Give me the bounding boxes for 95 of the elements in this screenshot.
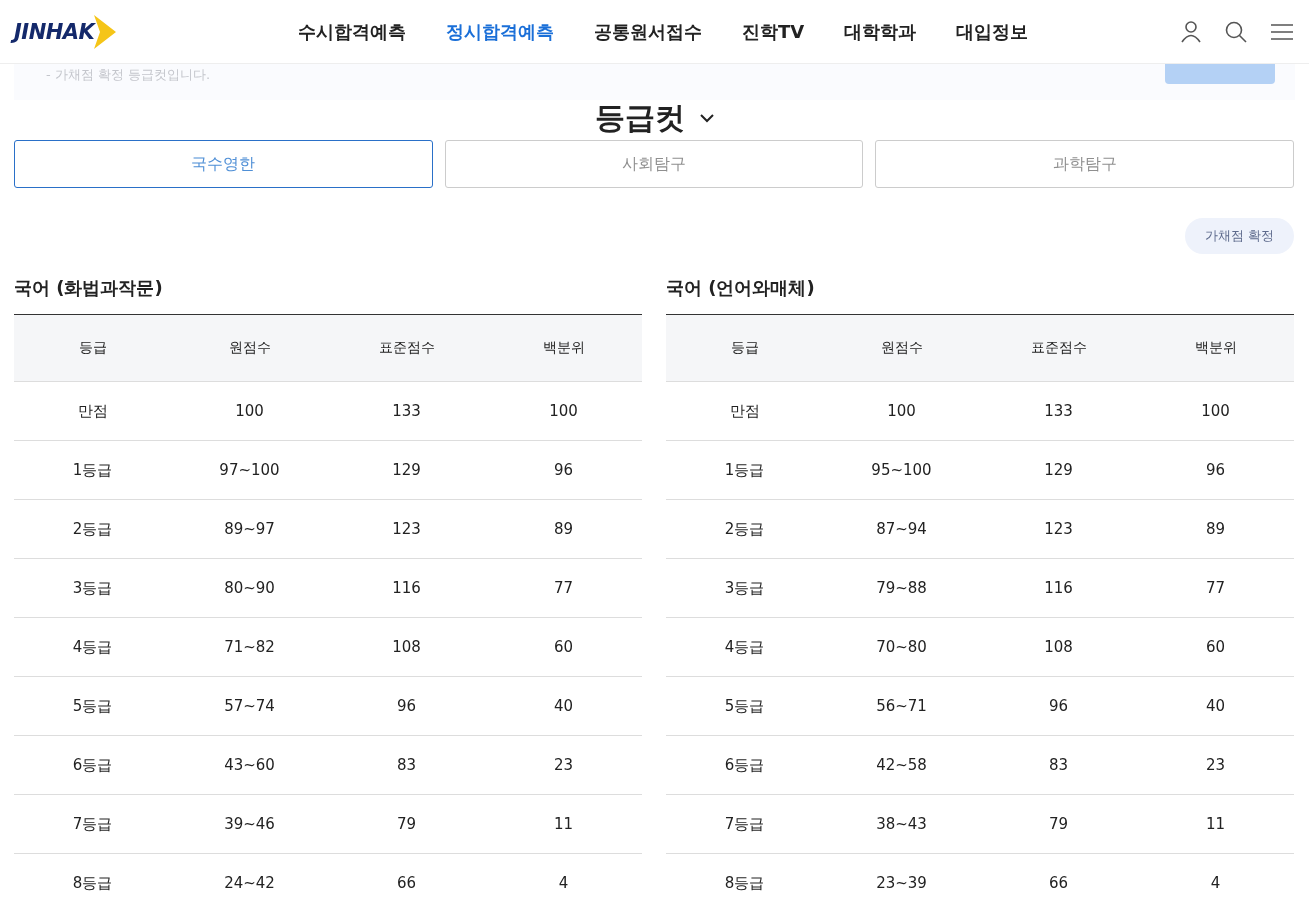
chevron-down-icon[interactable]	[698, 113, 715, 123]
table-cell: 129	[328, 440, 485, 500]
table-cell: 71~82	[171, 617, 328, 677]
table-cell: 123	[980, 499, 1137, 559]
table-cell: 4등급	[666, 617, 823, 677]
table-cell: 96	[1137, 440, 1294, 500]
table-cell: 3등급	[14, 558, 171, 618]
table-cell: 100	[1137, 381, 1294, 441]
table-cell: 133	[980, 381, 1137, 441]
filter-button[interactable]: 가채점 확정	[1184, 218, 1294, 254]
nav-link[interactable]: 수시합격예측	[298, 19, 406, 44]
table-cell: 66	[328, 853, 485, 911]
table-cell: 3등급	[666, 558, 823, 618]
table-cell: 57~74	[171, 676, 328, 736]
table-cell: 70~80	[823, 617, 980, 677]
table-cell: 79~88	[823, 558, 980, 618]
table-cell: 100	[485, 381, 642, 441]
table-cell: 60	[485, 617, 642, 677]
table-cell: 7등급	[666, 794, 823, 854]
table-cell: 38~43	[823, 794, 980, 854]
table-cell: 4	[485, 853, 642, 911]
nav-link[interactable]: 대입정보	[956, 19, 1029, 44]
table-cell: 1등급	[14, 440, 171, 500]
table-cell: 40	[1137, 676, 1294, 736]
table-cell: 87~94	[823, 499, 980, 559]
table-cell: 96	[328, 676, 485, 736]
column-header: 백분위	[485, 314, 642, 382]
table-cell: 23	[485, 735, 642, 795]
table-cell: 7등급	[14, 794, 171, 854]
table-cell: 133	[328, 381, 485, 441]
column-header: 등급	[666, 314, 823, 382]
table-cell: 116	[980, 558, 1137, 618]
column-header: 등급	[14, 314, 171, 382]
table-cell: 6등급	[666, 735, 823, 795]
column-header: 표준점수	[980, 314, 1137, 382]
menu-icon[interactable]	[1271, 22, 1293, 41]
search-icon[interactable]	[1225, 20, 1247, 43]
table-cell: 129	[980, 440, 1137, 500]
column-header: 표준점수	[328, 314, 485, 382]
table-cell: 89	[485, 499, 642, 559]
table-title: 국어 (화법과작문)	[14, 276, 164, 300]
table-cell: 66	[980, 853, 1137, 911]
table-cell: 60	[1137, 617, 1294, 677]
table-cell: 56~71	[823, 676, 980, 736]
table-cell: 97~100	[171, 440, 328, 500]
table-cell: 108	[980, 617, 1137, 677]
table-title: 국어 (언어와매체)	[666, 276, 816, 300]
table-cell: 만점	[14, 381, 171, 441]
table-cell: 11	[1137, 794, 1294, 854]
table-cell: 만점	[666, 381, 823, 441]
table-cell: 83	[980, 735, 1137, 795]
page-title: 등급컷	[594, 98, 685, 137]
table-cell: 23	[1137, 735, 1294, 795]
table-cell: 2등급	[666, 499, 823, 559]
table-cell: 40	[485, 676, 642, 736]
nav-link[interactable]: 진학TV	[742, 19, 805, 44]
table-cell: 4	[1137, 853, 1294, 911]
table-cell: 95~100	[823, 440, 980, 500]
table-cell: 108	[328, 617, 485, 677]
nav-link[interactable]: 대학학과	[844, 19, 917, 44]
table-cell: 5등급	[14, 676, 171, 736]
table-cell: 100	[171, 381, 328, 441]
table-cell: 89~97	[171, 499, 328, 559]
table-cell: 100	[823, 381, 980, 441]
table-cell: 77	[485, 558, 642, 618]
column-header: 원점수	[171, 314, 328, 382]
table-cell: 4등급	[14, 617, 171, 677]
table-cell: 24~42	[171, 853, 328, 911]
table-cell: 43~60	[171, 735, 328, 795]
table-cell: 1등급	[666, 440, 823, 500]
table-cell: 96	[485, 440, 642, 500]
table-cell: 42~58	[823, 735, 980, 795]
table-cell: 8등급	[14, 853, 171, 911]
table-cell: 11	[485, 794, 642, 854]
table-cell: 79	[328, 794, 485, 854]
table-cell: 23~39	[823, 853, 980, 911]
table-cell: 5등급	[666, 676, 823, 736]
table-cell: 39~46	[171, 794, 328, 854]
table-cell: 96	[980, 676, 1137, 736]
nav-link[interactable]: 정시합격예측	[446, 19, 554, 44]
table-cell: 6등급	[14, 735, 171, 795]
subject-tab[interactable]: 국수영한	[14, 140, 433, 188]
table-cell: 2등급	[14, 499, 171, 559]
user-icon[interactable]	[1181, 20, 1201, 43]
table-cell: 79	[980, 794, 1137, 854]
nav-link[interactable]: 공통원서접수	[594, 19, 702, 44]
table-cell: 83	[328, 735, 485, 795]
table-cell: 123	[328, 499, 485, 559]
table-cell: 77	[1137, 558, 1294, 618]
column-header: 백분위	[1137, 314, 1294, 382]
table-cell: 116	[328, 558, 485, 618]
table-cell: 80~90	[171, 558, 328, 618]
table-cell: 8등급	[666, 853, 823, 911]
column-header: 원점수	[823, 314, 980, 382]
table-cell: 89	[1137, 499, 1294, 559]
